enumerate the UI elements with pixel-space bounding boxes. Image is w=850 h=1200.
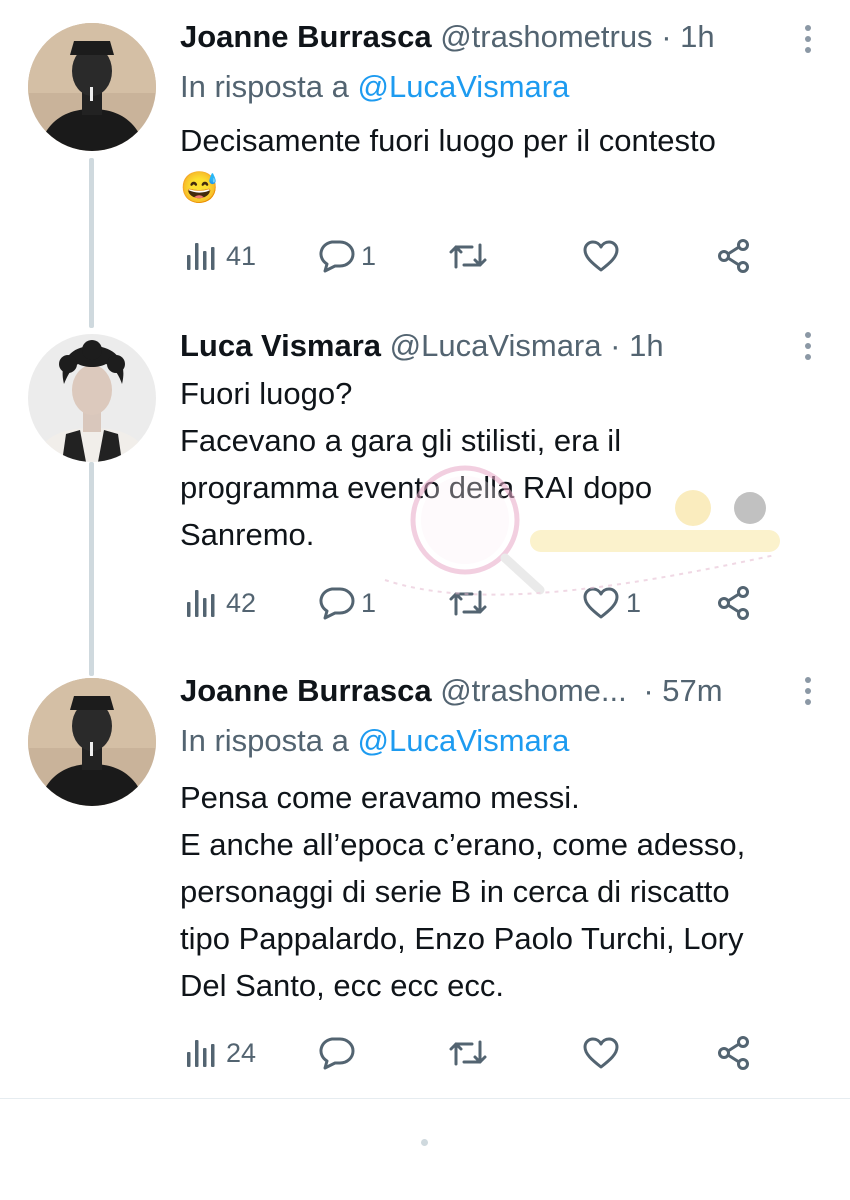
share-button[interactable] <box>716 1033 752 1073</box>
tweet-text: Pensa come eravamo messi. E anche all’ep… <box>180 774 830 1009</box>
retweet-icon <box>449 1040 487 1066</box>
text-line: Sanremo. <box>180 517 315 552</box>
text-line: tipo Pappalardo, Enzo Paolo Turchi, Lory <box>180 921 744 956</box>
divider <box>0 1098 850 1099</box>
display-name[interactable]: Joanne Burrasca <box>180 673 432 708</box>
reply-button[interactable]: 1 <box>317 583 376 623</box>
action-bar: 41 1 <box>186 236 766 276</box>
tweet[interactable]: Luca Vismara @LucaVismara · 1h Fuori luo… <box>0 320 850 650</box>
views-count: 42 <box>226 587 257 618</box>
reply-label: In risposta a <box>180 723 349 758</box>
tweet-header: Luca Vismara @LucaVismara · 1h <box>180 328 810 364</box>
text-line: Fuori luogo? <box>180 376 353 411</box>
loading-dot <box>421 1139 428 1146</box>
like-icon <box>583 240 619 272</box>
share-icon <box>718 1036 749 1070</box>
timestamp[interactable]: 1h <box>680 19 714 54</box>
timestamp[interactable]: 57m <box>662 673 722 708</box>
tweet-text: Fuori luogo? Facevano a gara gli stilist… <box>180 370 830 558</box>
tweet[interactable]: Joanne Burrasca @trashometrus · 1h In ri… <box>0 0 850 300</box>
like-icon <box>583 1037 619 1069</box>
reply-icon <box>319 240 355 273</box>
reply-count: 1 <box>361 587 377 618</box>
reply-icon <box>319 587 355 620</box>
more-icon[interactable] <box>804 677 812 705</box>
separator-dot: · <box>661 19 672 54</box>
text-line: Facevano a gara gli stilisti, era il <box>180 423 622 458</box>
like-button[interactable]: 1 <box>582 583 641 623</box>
like-count: 1 <box>626 587 642 618</box>
views-icon <box>187 1040 215 1067</box>
reply-mention-link[interactable]: @LucaVismara <box>358 723 570 758</box>
like-button[interactable] <box>582 1033 626 1073</box>
avatar[interactable] <box>28 334 156 462</box>
user-handle[interactable]: @LucaVismara <box>390 328 602 363</box>
like-button[interactable] <box>582 236 626 276</box>
reply-label: In risposta a <box>180 69 349 104</box>
separator-dot: · <box>610 328 621 363</box>
tweet[interactable]: Joanne Burrasca @trashome... · 57m In ri… <box>0 665 850 1095</box>
share-button[interactable] <box>716 583 752 623</box>
share-icon <box>718 239 749 273</box>
more-icon[interactable] <box>804 25 812 53</box>
views-icon <box>187 243 215 270</box>
text-line: Del Santo, ecc ecc ecc. <box>180 968 504 1003</box>
timestamp[interactable]: 1h <box>629 328 663 363</box>
text-line: personaggi di serie B in cerca di riscat… <box>180 874 730 909</box>
user-handle[interactable]: @trashome... <box>440 673 627 708</box>
tweet-header: Joanne Burrasca @trashometrus · 1h <box>180 19 810 55</box>
tweet-header: Joanne Burrasca @trashome... · 57m <box>180 673 810 709</box>
reply-icon <box>319 1037 355 1070</box>
views-count: 41 <box>226 240 257 271</box>
avatar[interactable] <box>28 23 156 151</box>
text-line: Decisamente fuori luogo per il contesto <box>180 123 716 158</box>
like-icon <box>583 587 619 619</box>
text-line: E anche all’epoca c’erano, come adesso, <box>180 827 746 862</box>
retweet-button[interactable] <box>448 583 494 623</box>
reply-context: In risposta a @LucaVismara <box>180 723 569 759</box>
retweet-button[interactable] <box>448 236 494 276</box>
views-button[interactable]: 42 <box>186 583 256 623</box>
share-icon <box>718 586 749 620</box>
reply-button[interactable] <box>317 1033 361 1073</box>
tweet-text: Decisamente fuori luogo per il contesto … <box>180 117 830 211</box>
reply-mention-link[interactable]: @LucaVismara <box>358 69 570 104</box>
share-button[interactable] <box>716 236 752 276</box>
retweet-button[interactable] <box>448 1033 494 1073</box>
avatar[interactable] <box>28 678 156 806</box>
action-bar: 24 <box>186 1033 766 1073</box>
action-bar: 42 1 1 <box>186 583 766 623</box>
text-line: Pensa come eravamo messi. <box>180 780 580 815</box>
text-line: programma evento della RAI dopo <box>180 470 653 505</box>
views-button[interactable]: 24 <box>186 1033 256 1073</box>
reply-context: In risposta a @LucaVismara <box>180 69 569 105</box>
reply-count: 1 <box>361 240 377 271</box>
retweet-icon <box>449 590 487 616</box>
retweet-icon <box>449 243 487 269</box>
display-name[interactable]: Luca Vismara <box>180 328 381 363</box>
display-name[interactable]: Joanne Burrasca <box>180 19 432 54</box>
more-icon[interactable] <box>804 332 812 360</box>
reply-button[interactable]: 1 <box>317 236 376 276</box>
user-handle[interactable]: @trashometrus <box>440 19 652 54</box>
emoji: 😅 <box>180 170 219 205</box>
views-icon <box>187 590 215 617</box>
views-button[interactable]: 41 <box>186 236 256 276</box>
separator-dot: · <box>643 673 654 708</box>
views-count: 24 <box>226 1037 257 1068</box>
